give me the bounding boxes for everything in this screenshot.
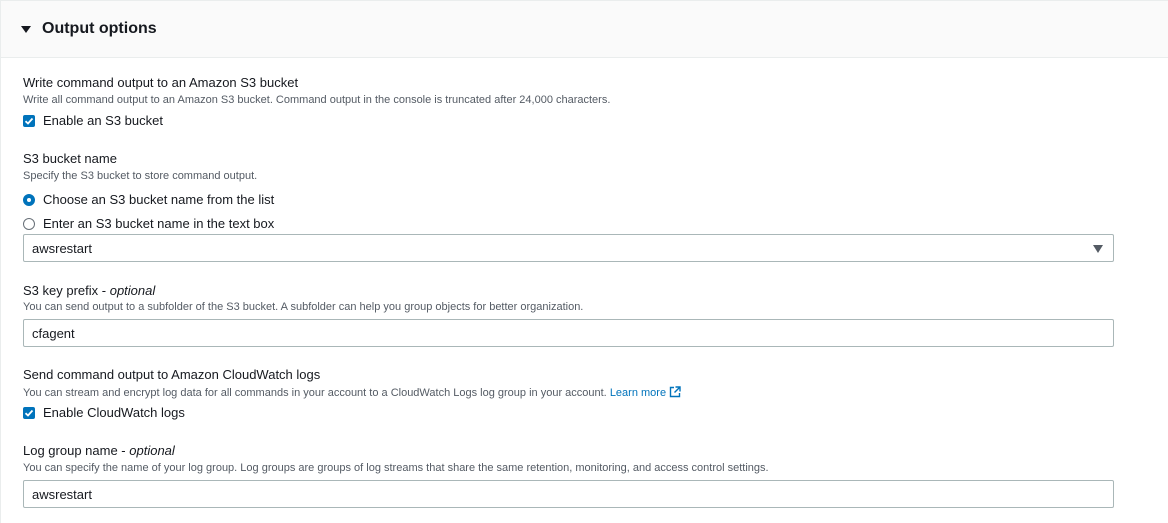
log-group-label: Log group name - optional <box>23 443 175 458</box>
dropdown-caret-icon[interactable] <box>1093 245 1103 253</box>
log-group-input[interactable]: awsrestart <box>23 480 1114 508</box>
radio-choose-from-list[interactable]: Choose an S3 bucket name from the list <box>23 192 274 207</box>
radio-unselected-icon[interactable] <box>23 217 35 230</box>
cloudwatch-label: Send command output to Amazon CloudWatch… <box>23 367 321 382</box>
log-group-label-text: Log group name <box>23 443 118 458</box>
bucket-select[interactable]: awsrestart <box>23 234 1114 262</box>
radio-selected-icon[interactable] <box>23 193 35 206</box>
radio-enter-in-textbox-label: Enter an S3 bucket name in the text box <box>43 216 275 231</box>
section-header[interactable]: Output options <box>1 1 1168 58</box>
log-group-value: awsrestart <box>32 486 92 502</box>
log-group-description: You can specify the name of your log gro… <box>23 462 769 474</box>
cloudwatch-description: You can stream and encrypt log data for … <box>23 386 681 399</box>
checkbox-checked-icon[interactable] <box>23 114 35 127</box>
enable-s3-label: Enable an S3 bucket <box>43 113 163 128</box>
key-prefix-label-text: S3 key prefix <box>23 283 99 298</box>
radio-choose-from-list-label: Choose an S3 bucket name from the list <box>43 192 275 207</box>
output-options-panel: Output options Write command output to a… <box>0 0 1168 523</box>
optional-tag: optional <box>129 443 175 458</box>
bucket-name-label: S3 bucket name <box>23 151 117 166</box>
radio-enter-in-textbox[interactable]: Enter an S3 bucket name in the text box <box>23 216 274 231</box>
checkbox-checked-icon[interactable] <box>23 406 35 419</box>
key-prefix-label: S3 key prefix - optional <box>23 283 156 298</box>
caret-down-icon[interactable] <box>21 26 31 33</box>
cloudwatch-description-text: You can stream and encrypt log data for … <box>23 387 607 399</box>
s3-output-description: Write all command output to an Amazon S3… <box>23 94 611 106</box>
bucket-name-description: Specify the S3 bucket to store command o… <box>23 170 258 182</box>
enable-cloudwatch-label: Enable CloudWatch logs <box>43 405 185 420</box>
section-title: Output options <box>42 20 157 37</box>
key-prefix-value: cfagent <box>32 325 75 341</box>
s3-output-label: Write command output to an Amazon S3 buc… <box>23 75 299 90</box>
key-prefix-description: You can send output to a subfolder of th… <box>23 301 584 313</box>
enable-cloudwatch-checkbox[interactable]: Enable CloudWatch logs <box>23 405 185 420</box>
learn-more-link[interactable]: Learn more <box>610 386 681 399</box>
key-prefix-input[interactable]: cfagent <box>23 319 1114 347</box>
external-link-icon[interactable] <box>669 386 681 398</box>
optional-tag: optional <box>109 283 156 298</box>
enable-s3-checkbox[interactable]: Enable an S3 bucket <box>23 113 163 128</box>
learn-more-text[interactable]: Learn more <box>610 387 666 399</box>
bucket-select-value: awsrestart <box>32 240 92 256</box>
